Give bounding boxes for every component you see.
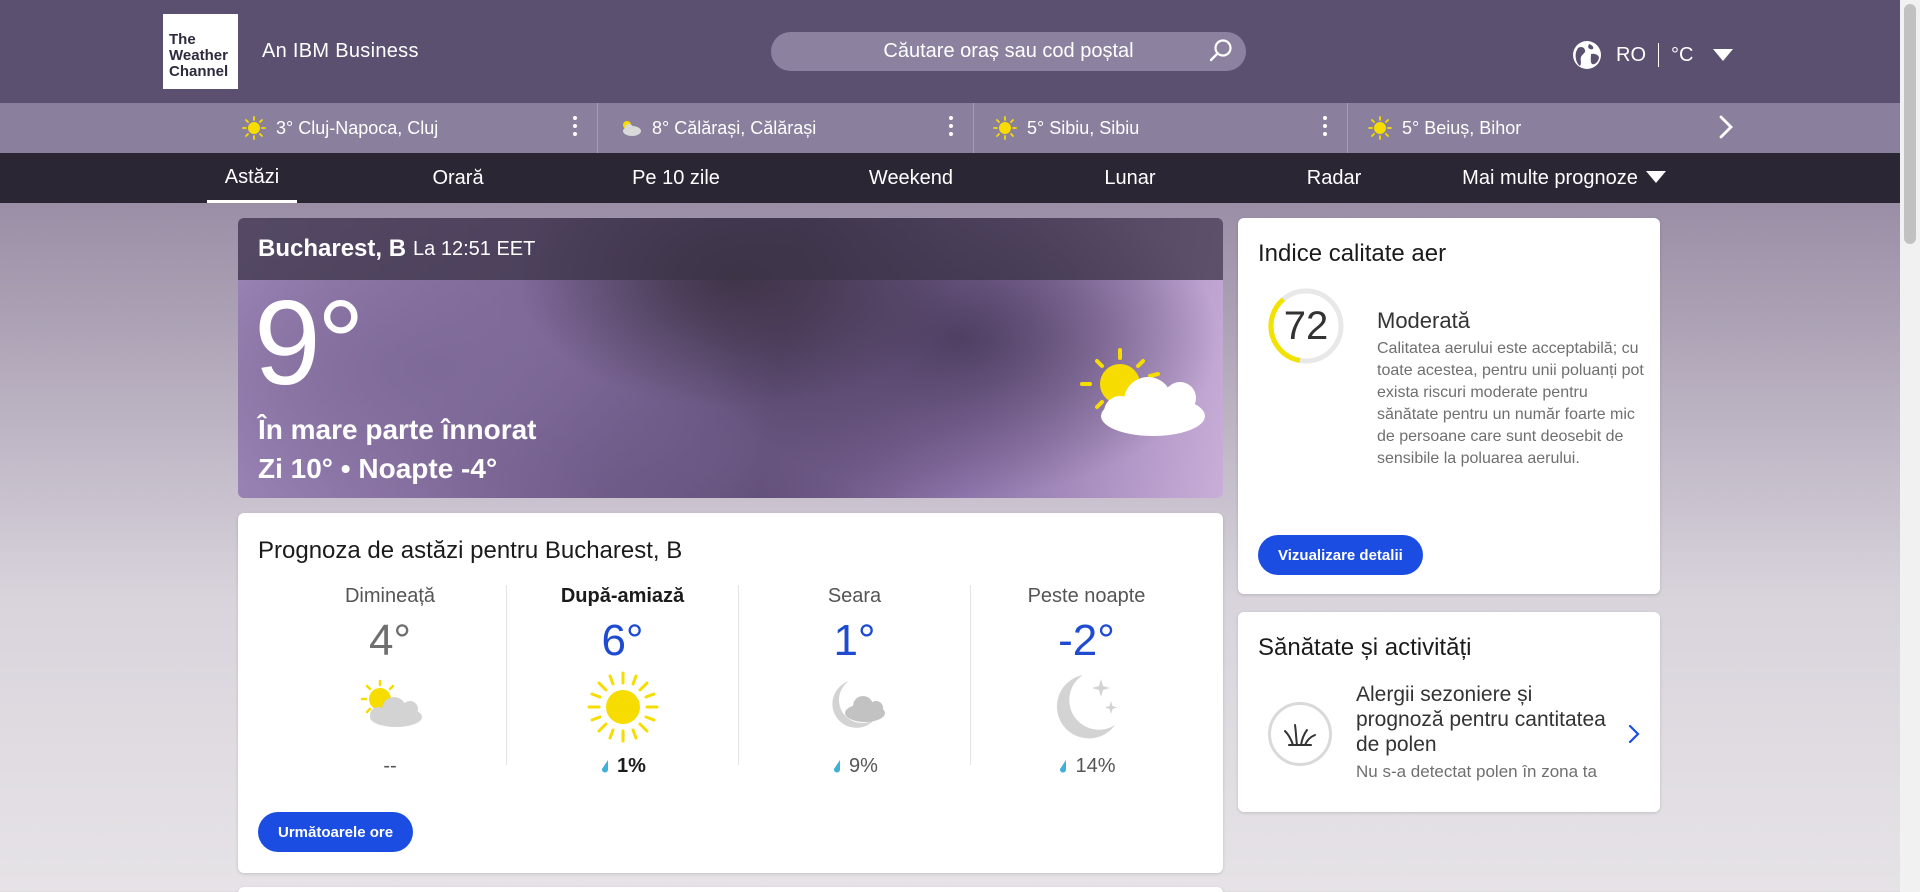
recent-location-item[interactable]: 3° Cluj-Napoca, Cluj: [242, 103, 598, 153]
clear-night-icon: [1056, 675, 1117, 739]
tab-today[interactable]: Astăzi: [207, 153, 297, 203]
locale-selector[interactable]: RO °C: [1572, 40, 1734, 70]
search-icon[interactable]: [1208, 38, 1234, 64]
grass-icon: [1284, 724, 1316, 746]
period-precip-row: 1%: [507, 755, 738, 778]
air-quality-title: Indice calitate aer: [1258, 240, 1447, 267]
tab-radar[interactable]: Radar: [1298, 153, 1370, 203]
health-title: Sănătate și activități: [1258, 634, 1472, 661]
search-input[interactable]: Căutare oraș sau cod poștal: [771, 32, 1246, 71]
day-night-temps: Zi 10° • Noapte -4°: [258, 453, 498, 484]
view-details-button[interactable]: Vizualizare detalii: [1258, 535, 1423, 575]
air-quality-value: 72: [1283, 304, 1329, 348]
recent-location-item[interactable]: 5° Sibiu, Sibiu: [993, 103, 1348, 153]
tab-weekend[interactable]: Weekend: [856, 153, 966, 203]
current-conditions-header: Bucharest, B La 12:51 EET: [238, 218, 1223, 280]
more-options-icon[interactable]: [573, 116, 577, 140]
more-options-icon[interactable]: [949, 116, 953, 140]
recent-locations-strip: 3° Cluj-Napoca, Cluj 8° Călărași, Călăra…: [0, 103, 1900, 153]
period-precip: --: [383, 755, 397, 777]
partly-cloudy-icon: [1080, 348, 1205, 436]
page-scrollbar[interactable]: [1900, 0, 1920, 892]
air-quality-card: Indice calitate aer 72 Moderată Calitate…: [1238, 218, 1660, 594]
tab-more-forecasts-label: Mai multe prognoze: [1462, 167, 1638, 189]
recent-location-temp: 5°: [1027, 117, 1045, 138]
recent-location-name: Cluj-Napoca, Cluj: [298, 117, 439, 138]
raindrop-icon: [834, 760, 841, 773]
search-placeholder: Căutare oraș sau cod poștal: [883, 40, 1134, 62]
allergy-icon-circle: [1268, 702, 1332, 766]
period-temp: 1°: [833, 616, 876, 665]
cloudy-night-icon: [831, 681, 885, 728]
chevron-right-icon[interactable]: [1716, 114, 1736, 140]
recent-strip-fade: [1670, 103, 1900, 153]
language-label: RO: [1616, 43, 1646, 66]
caret-down-icon: [1645, 170, 1666, 183]
tab-more-forecasts[interactable]: Mai multe prognoze: [1456, 153, 1672, 203]
weather-channel-logo[interactable]: The Weather Channel: [163, 14, 238, 89]
current-temperature: 9°: [254, 276, 365, 410]
locale-divider: [1658, 43, 1659, 67]
period-label: Seara: [827, 585, 882, 607]
today-forecast-card: Prognoza de astăzi pentru Bucharest, B D…: [238, 513, 1223, 873]
recent-location-name: Sibiu, Sibiu: [1049, 117, 1140, 138]
health-activities-card: Sănătate și activități Alergii sezoniere…: [1238, 612, 1660, 812]
observation-time: La 12:51 EET: [413, 237, 536, 260]
period-label: Dimineață: [344, 585, 436, 607]
pollen-forecast-link[interactable]: Alergii sezoniere și prognoză pentru can…: [1356, 682, 1606, 757]
chevron-right-icon[interactable]: [1628, 724, 1640, 744]
period-label: După-amiază: [560, 585, 685, 607]
scrollbar-thumb[interactable]: [1904, 4, 1916, 244]
chevron-down-icon[interactable]: [1713, 49, 1734, 61]
main-nav: Astăzi Orară Pe 10 zile Weekend Lunar Ra…: [0, 153, 1900, 203]
recent-location-temp: 8°: [652, 117, 670, 138]
recent-location-item[interactable]: 5° Beiuș, Bihor: [1368, 103, 1668, 153]
air-quality-description: Calitatea aerului este acceptabilă; cu t…: [1377, 340, 1644, 467]
recent-location-temp: 5°: [1402, 117, 1420, 138]
top-bar: The Weather Channel An IBM Business Căutar…: [0, 0, 1900, 103]
period-overnight[interactable]: Peste noapte -2° 14%: [970, 585, 1202, 777]
current-location: Bucharest, B: [258, 235, 407, 262]
period-precip: 9%: [849, 755, 878, 777]
today-forecast-title: Prognoza de astăzi pentru Bucharest, B: [258, 537, 683, 564]
tab-hourly[interactable]: Orară: [410, 153, 506, 203]
more-options-icon[interactable]: [1323, 116, 1327, 140]
period-evening[interactable]: Seara 1° 9%: [738, 585, 970, 777]
recent-location-name: Călărași, Călărași: [674, 117, 817, 138]
cloud-sun-icon: [623, 121, 641, 136]
sun-icon: [587, 671, 658, 743]
tab-monthly[interactable]: Lunar: [1090, 153, 1170, 203]
current-conditions-card: Bucharest, B La 12:51 EET 9° În mare par…: [238, 218, 1223, 498]
period-precip-row: 14%: [971, 755, 1202, 778]
period-label: Peste noapte: [1027, 585, 1146, 607]
period-morning[interactable]: Dimineață 4° --: [274, 585, 506, 777]
air-quality-category: Moderată: [1377, 308, 1470, 333]
weather-phrase: În mare parte înnorat: [258, 414, 537, 445]
recent-location-temp: 3°: [276, 117, 294, 138]
pollen-status: Nu s-a detectat polen în zona ta: [1356, 762, 1597, 781]
period-precip: 14%: [1075, 755, 1116, 777]
period-temp: 4°: [368, 616, 412, 665]
next-card-edge: [238, 887, 1223, 892]
sun-icon: [993, 116, 1017, 140]
period-afternoon[interactable]: După-amiază 6° 1%: [506, 585, 738, 777]
unit-label: °C: [1671, 43, 1694, 66]
raindrop-icon: [1060, 760, 1067, 773]
period-precip-row: 9%: [739, 755, 970, 778]
next-hours-button[interactable]: Următoarele ore: [258, 812, 414, 852]
period-precip: 1%: [617, 755, 646, 777]
raindrop-icon: [602, 760, 609, 773]
globe-icon: [1573, 41, 1601, 69]
sun-icon: [242, 116, 266, 140]
partly-cloudy-icon: [360, 679, 422, 727]
brand-tagline: An IBM Business: [262, 40, 419, 62]
sun-icon: [1368, 116, 1392, 140]
period-temp: 6°: [601, 616, 644, 665]
recent-location-name: Beiuș, Bihor: [1424, 117, 1522, 138]
recent-location-item[interactable]: 8° Călărași, Călărași: [618, 103, 974, 153]
period-temp: -2°: [1058, 616, 1115, 665]
tab-10-day[interactable]: Pe 10 zile: [620, 153, 732, 203]
